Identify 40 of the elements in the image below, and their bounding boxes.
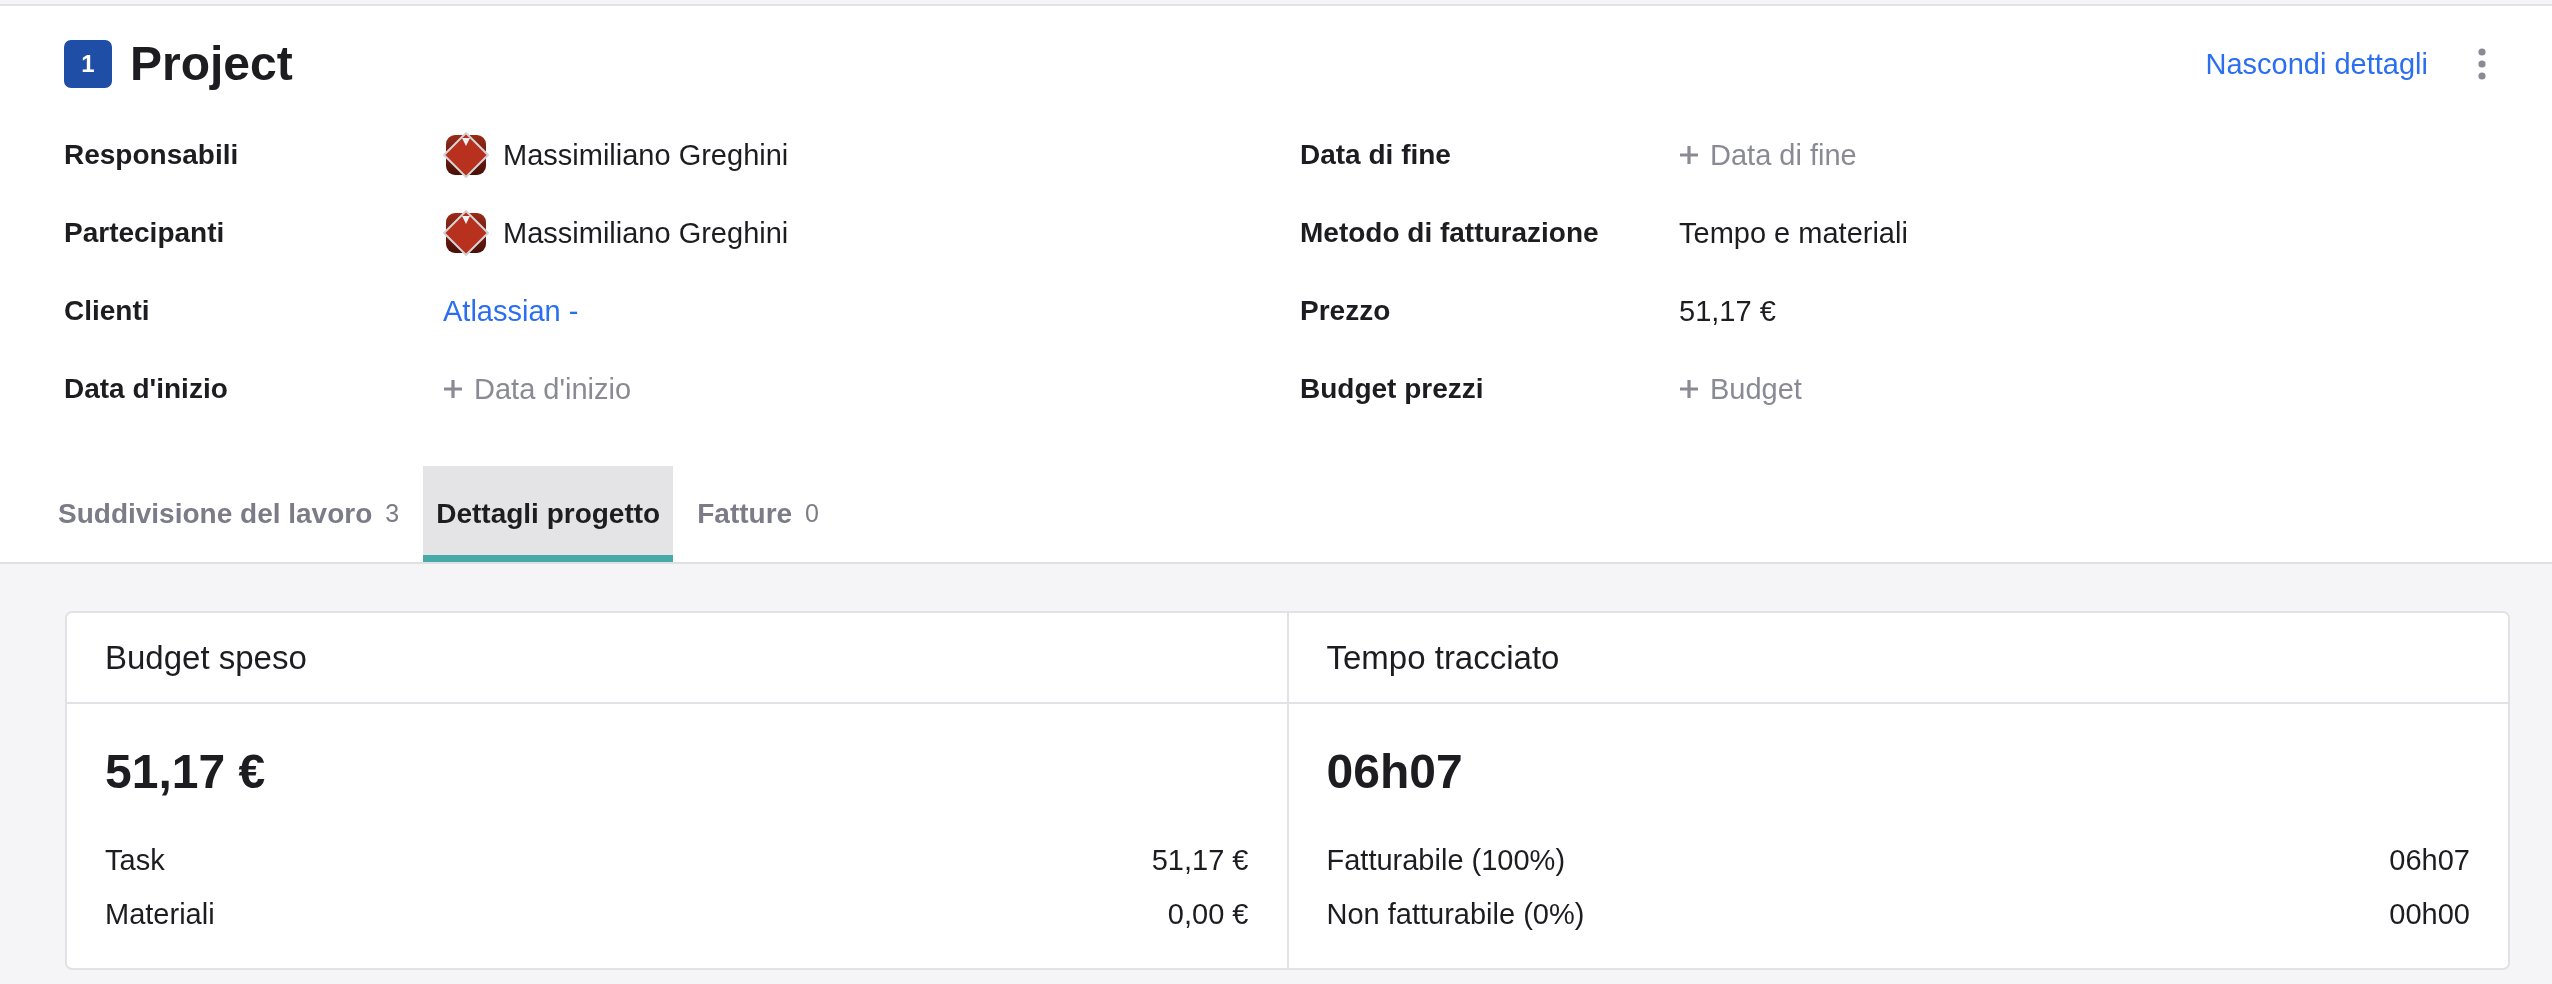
field-label: Partecipanti: [64, 216, 226, 250]
breakdown-value: 06h07: [2389, 843, 2470, 878]
add-value-button[interactable]: Data d'inizio: [443, 371, 632, 407]
field-label: Data d'inizio: [64, 372, 229, 406]
tab[interactable]: Suddivisione del lavoro 3: [45, 466, 413, 562]
breakdown-label: Non fatturabile (0%): [1326, 897, 1585, 932]
breakdown-label: Materiali: [105, 897, 215, 932]
field-value: 51,17 €: [1679, 294, 1776, 329]
tab[interactable]: Dettagli progetto: [423, 466, 674, 562]
field-label: Responsabili: [64, 138, 240, 172]
breakdown-value: 00h00: [2389, 897, 2470, 932]
field-label: Data di fine: [1300, 138, 1452, 172]
avatar-icon: [443, 210, 489, 256]
add-value-button[interactable]: Data di fine: [1679, 137, 1857, 173]
field-value: Tempo e materiali: [1679, 216, 1908, 251]
person-name: Massimiliano Greghini: [503, 216, 789, 251]
total-value: 51,17 €: [105, 744, 266, 800]
person-name: Massimiliano Greghini: [503, 138, 789, 173]
kebab-menu-icon[interactable]: [2478, 48, 2486, 80]
plus-icon: [1679, 145, 1699, 165]
breakdown-value: 0,00 €: [1167, 897, 1249, 932]
tab[interactable]: Fatture 0: [684, 466, 832, 562]
avatar-icon: [443, 132, 489, 178]
project-number-badge: 1: [64, 40, 112, 88]
field-label: Prezzo: [1300, 294, 1392, 328]
breakdown-value: 51,17 €: [1151, 843, 1249, 878]
plus-icon: [443, 379, 463, 399]
hide-details-link[interactable]: Nascondi dettagli: [2205, 46, 2428, 82]
add-value-button[interactable]: Budget: [1679, 371, 1802, 407]
field-label: Metodo di fatturazione: [1300, 216, 1600, 250]
breakdown-label: Task: [105, 843, 165, 878]
card-title: Budget speso: [105, 637, 307, 678]
breakdown-label: Fatturabile (100%): [1326, 843, 1566, 878]
project-title: Project: [130, 36, 293, 92]
total-value: 06h07: [1326, 744, 1463, 800]
field-label: Budget prezzi: [1300, 372, 1485, 406]
card-title: Tempo tracciato: [1326, 637, 1560, 678]
plus-icon: [1679, 379, 1699, 399]
field-label: Clienti: [64, 294, 151, 328]
client-link[interactable]: Atlassian -: [443, 293, 579, 329]
